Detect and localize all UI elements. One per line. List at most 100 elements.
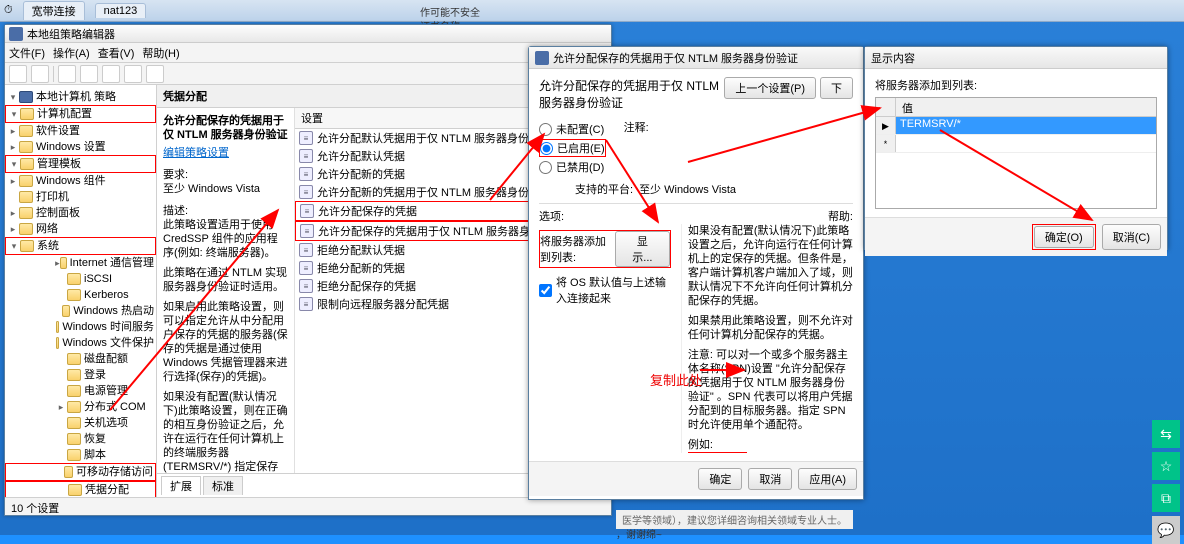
- side-share-button[interactable]: ⇆: [1152, 420, 1180, 448]
- help-text: 如果没有配置(默认情况下)此策略设置之后，允许向运行在任何计算机上的定保存的凭据…: [681, 224, 853, 453]
- forward-button[interactable]: [31, 65, 49, 83]
- tree-item[interactable]: 打印机: [5, 189, 156, 205]
- tab-standard[interactable]: 标准: [203, 476, 243, 495]
- tree-item[interactable]: ▸软件设置: [5, 123, 156, 139]
- help-label: 帮助:: [828, 208, 853, 224]
- side-msg-button[interactable]: 💬: [1152, 516, 1180, 544]
- grid-cell-value[interactable]: TERMSRV/*: [896, 117, 1156, 134]
- platform-label: 支持的平台:: [575, 181, 633, 197]
- status-bar: 10 个设置: [5, 497, 611, 515]
- tree-item[interactable]: 磁盘配额: [5, 351, 156, 367]
- edit-policy-link[interactable]: 编辑策略设置: [163, 147, 229, 159]
- policy-dialog: 允许分配保存的凭据用于仅 NTLM 服务器身份验证 允许分配保存的凭据用于仅 N…: [528, 46, 864, 500]
- menu-action[interactable]: 操作(A): [53, 45, 90, 60]
- policy-icon: ≡: [299, 243, 313, 257]
- gpedit-tree[interactable]: ▾本地计算机 策略 ▾计算机配置 ▸软件设置 ▸Windows 设置 ▾管理模板…: [5, 85, 157, 497]
- help-button[interactable]: [124, 65, 142, 83]
- tree-item[interactable]: iSCSI: [5, 271, 156, 287]
- col-value[interactable]: 值: [896, 98, 1156, 116]
- show-add-label: 将服务器添加到列表:: [875, 77, 1157, 93]
- tree-root[interactable]: ▾本地计算机 策略: [5, 89, 156, 105]
- tree-item[interactable]: 脚本: [5, 447, 156, 463]
- refresh-button[interactable]: [102, 65, 120, 83]
- desc-title: 允许分配保存的凭据用于仅 NTLM 服务器身份验证: [163, 114, 288, 142]
- tab-broadband[interactable]: 宽带连接: [23, 1, 85, 20]
- grid-row-new[interactable]: *: [876, 135, 1156, 153]
- tree-item[interactable]: ▸网络: [5, 221, 156, 237]
- tree-cred-delegation[interactable]: 凭据分配: [5, 481, 156, 497]
- back-button[interactable]: [9, 65, 27, 83]
- gpedit-window: 本地组策略编辑器 文件(F) 操作(A) 查看(V) 帮助(H) ▾本地计算机 …: [4, 24, 612, 516]
- policy-icon: ≡: [300, 224, 314, 238]
- gpedit-toolbar: [5, 63, 611, 85]
- tree-removable[interactable]: 可移动存储访问: [5, 463, 156, 481]
- value-grid[interactable]: 值 ▶TERMSRV/* *: [875, 97, 1157, 209]
- up-button[interactable]: [58, 65, 76, 83]
- row-marker-icon: ▶: [876, 117, 896, 134]
- ok-button[interactable]: 确定: [698, 468, 742, 490]
- prev-setting-button[interactable]: 上一个设置(P): [724, 77, 816, 99]
- side-toolbar: ⇆ ☆ ⧉ 💬: [1152, 420, 1180, 544]
- tree-item[interactable]: Windows 文件保护: [5, 335, 156, 351]
- clock: ⏱: [4, 4, 13, 17]
- description-pane: 允许分配保存的凭据用于仅 NTLM 服务器身份验证 编辑策略设置 要求: 至少 …: [157, 108, 295, 473]
- tab-nat123[interactable]: nat123: [95, 3, 147, 18]
- show-cancel-button[interactable]: 取消(C): [1102, 224, 1161, 250]
- props-button[interactable]: [80, 65, 98, 83]
- radio-disabled[interactable]: 已禁用(D): [539, 159, 606, 175]
- annotation-copy-here: 复制此处: [650, 370, 702, 389]
- tree-item[interactable]: ▸Windows 组件: [5, 173, 156, 189]
- os-defaults-check[interactable]: 将 OS 默认值与上述输入连接起来: [539, 274, 671, 306]
- policy-heading: 允许分配保存的凭据用于仅 NTLM 服务器身份验证: [539, 77, 724, 111]
- menu-view[interactable]: 查看(V): [98, 45, 135, 60]
- comment-label: 注释:: [624, 119, 649, 177]
- policy-icon: ≡: [299, 131, 313, 145]
- grid-row-selected[interactable]: ▶TERMSRV/*: [876, 117, 1156, 135]
- example-label: 例如:: [688, 438, 853, 452]
- tree-item[interactable]: Windows 热启动: [5, 303, 156, 319]
- gpedit-menubar[interactable]: 文件(F) 操作(A) 查看(V) 帮助(H): [5, 43, 611, 63]
- filter-button[interactable]: [146, 65, 164, 83]
- tree-item[interactable]: Kerberos: [5, 287, 156, 303]
- apply-button[interactable]: 应用(A): [798, 468, 857, 490]
- tree-item[interactable]: ▸分布式 COM: [5, 399, 156, 415]
- gpedit-titlebar[interactable]: 本地组策略编辑器: [5, 25, 611, 43]
- side-star-button[interactable]: ☆: [1152, 452, 1180, 480]
- policy-dialog-title: 允许分配保存的凭据用于仅 NTLM 服务器身份验证: [553, 50, 798, 66]
- policy-dialog-titlebar[interactable]: 允许分配保存的凭据用于仅 NTLM 服务器身份验证: [529, 47, 863, 69]
- tree-item[interactable]: ▸Internet 通信管理: [5, 255, 156, 271]
- cancel-button[interactable]: 取消: [748, 468, 792, 490]
- policy-icon: ≡: [299, 279, 313, 293]
- tab-extended[interactable]: 扩展: [161, 476, 201, 495]
- show-ok-button[interactable]: 确定(O): [1034, 226, 1094, 248]
- menu-file[interactable]: 文件(F): [9, 45, 45, 60]
- tree-item[interactable]: ▸Windows 设置: [5, 139, 156, 155]
- tree-item[interactable]: 恢复: [5, 431, 156, 447]
- tree-admin-templates[interactable]: ▾管理模板: [5, 155, 156, 173]
- gpedit-icon: [9, 27, 23, 41]
- show-button[interactable]: 显示...: [615, 231, 670, 267]
- dialog-icon: [535, 51, 549, 65]
- radio-not-configured[interactable]: 未配置(C): [539, 121, 606, 137]
- show-dialog-titlebar[interactable]: 显示内容: [865, 47, 1167, 69]
- options-label: 选项:: [539, 208, 564, 224]
- policy-icon: ≡: [299, 261, 313, 275]
- side-copy-button[interactable]: ⧉: [1152, 484, 1180, 512]
- policy-icon: ≡: [299, 167, 313, 181]
- tree-item[interactable]: 关机选项: [5, 415, 156, 431]
- show-dialog-title: 显示内容: [871, 50, 915, 66]
- policy-icon: ≡: [299, 185, 313, 199]
- tree-item[interactable]: Windows 时间服务: [5, 319, 156, 335]
- tree-computer-config[interactable]: ▾计算机配置: [5, 105, 156, 123]
- platform-value: 至少 Windows Vista: [639, 181, 736, 197]
- gpedit-title: 本地组策略编辑器: [27, 26, 115, 42]
- bg-warning: 作可能不安全: [420, 4, 480, 19]
- next-setting-button[interactable]: 下: [820, 77, 853, 99]
- tree-item[interactable]: ▸控制面板: [5, 205, 156, 221]
- tree-item[interactable]: 登录: [5, 367, 156, 383]
- tree-system[interactable]: ▾系统: [5, 237, 156, 255]
- tree-item[interactable]: 电源管理: [5, 383, 156, 399]
- radio-enabled[interactable]: 已启用(E): [539, 139, 606, 157]
- show-contents-dialog: 显示内容 将服务器添加到列表: 值 ▶TERMSRV/* * 确定(O) 取消(…: [864, 46, 1168, 250]
- menu-help[interactable]: 帮助(H): [142, 45, 179, 60]
